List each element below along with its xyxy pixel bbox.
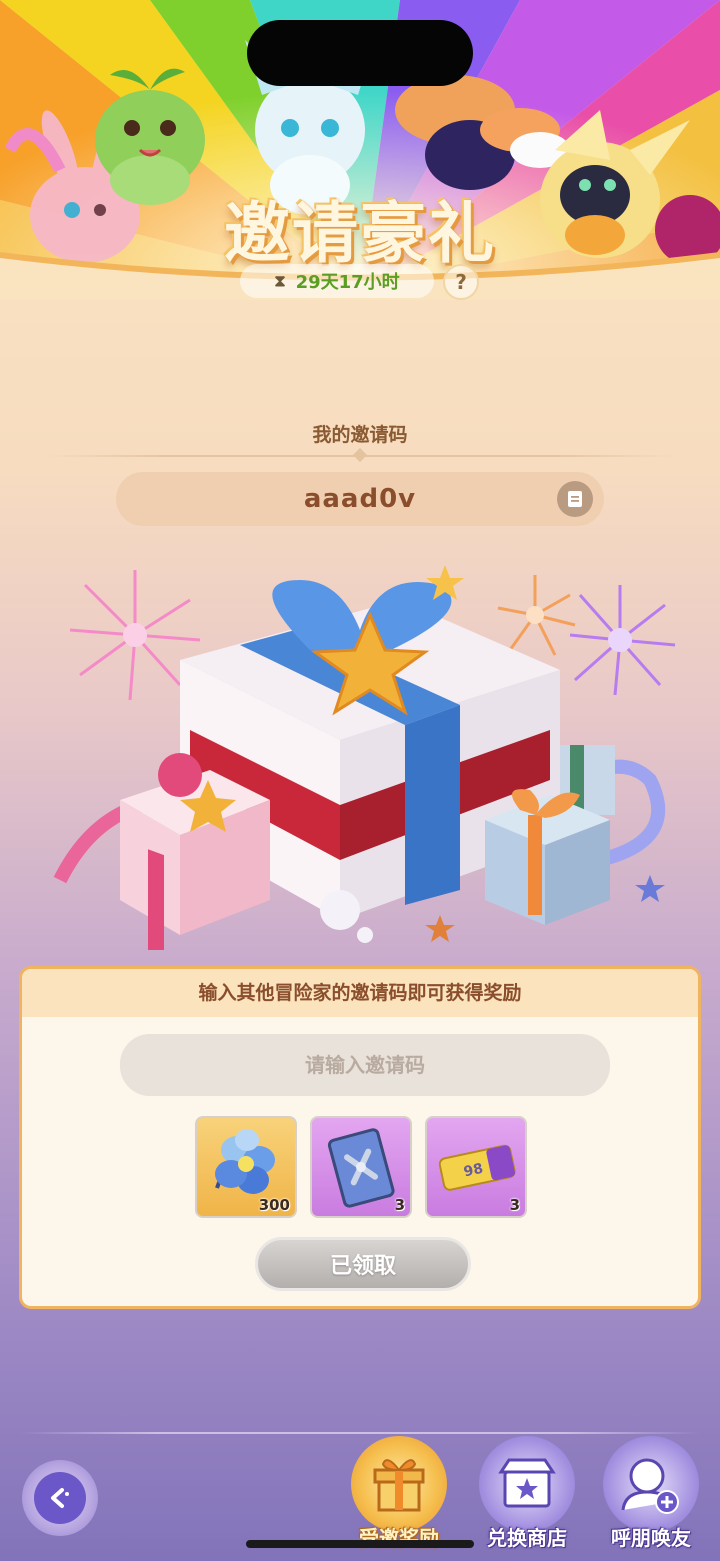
invite-code-input[interactable]: [120, 1034, 610, 1096]
reward-count: 3: [394, 1196, 405, 1214]
panel-header: 输入其他冒险家的邀请码即可获得奖励: [22, 969, 698, 1017]
event-title: 邀请豪礼: [224, 195, 496, 272]
reward-item-card[interactable]: 3: [310, 1116, 412, 1218]
copy-code-button[interactable]: [557, 481, 593, 517]
camera-notch: [247, 20, 473, 86]
add-friend-icon: [621, 1458, 679, 1514]
question-icon: ?: [455, 270, 467, 294]
nav-exchange-shop[interactable]: 兑换商店: [472, 1430, 582, 1561]
nav-invite-friends[interactable]: 呼朋唤友: [596, 1430, 706, 1561]
nav-icon-circle: [351, 1436, 447, 1532]
firework-right: [569, 585, 676, 696]
nav-icon-circle: [603, 1436, 699, 1532]
invite-reward-panel: 输入其他冒险家的邀请码即可获得奖励 300 3: [19, 966, 701, 1309]
home-indicator: [246, 1540, 474, 1548]
claimed-button[interactable]: 已领取: [255, 1237, 471, 1291]
reward-count: 3: [509, 1196, 520, 1214]
divider-ornament: [352, 447, 368, 463]
help-button[interactable]: ?: [443, 264, 479, 300]
reward-count: 300: [258, 1196, 290, 1214]
copy-icon: [568, 491, 582, 507]
hourglass-icon: ⧗: [274, 271, 286, 290]
nav-label: 呼朋唤友: [611, 1526, 691, 1550]
firework-middle: [497, 575, 576, 656]
back-arrow-icon: [51, 1488, 69, 1508]
gift-box-illustration: [53, 565, 676, 950]
gift-box-icon: [373, 1459, 425, 1512]
invite-code-value: aaad0v: [303, 484, 417, 514]
reward-item-ticket[interactable]: 98 3: [425, 1116, 527, 1218]
my-invite-code-label: 我的邀请码: [312, 424, 408, 446]
back-button[interactable]: [22, 1460, 98, 1536]
back-button-inner: [34, 1472, 86, 1524]
nav-icon-circle: [479, 1436, 575, 1532]
timer-text: 29天17小时: [295, 272, 400, 293]
shop-icon: [498, 1458, 556, 1508]
countdown-timer: ⧗ 29天17小时: [240, 264, 434, 298]
reward-item-flower[interactable]: 300: [195, 1116, 297, 1218]
nav-label: 兑换商店: [487, 1526, 567, 1550]
